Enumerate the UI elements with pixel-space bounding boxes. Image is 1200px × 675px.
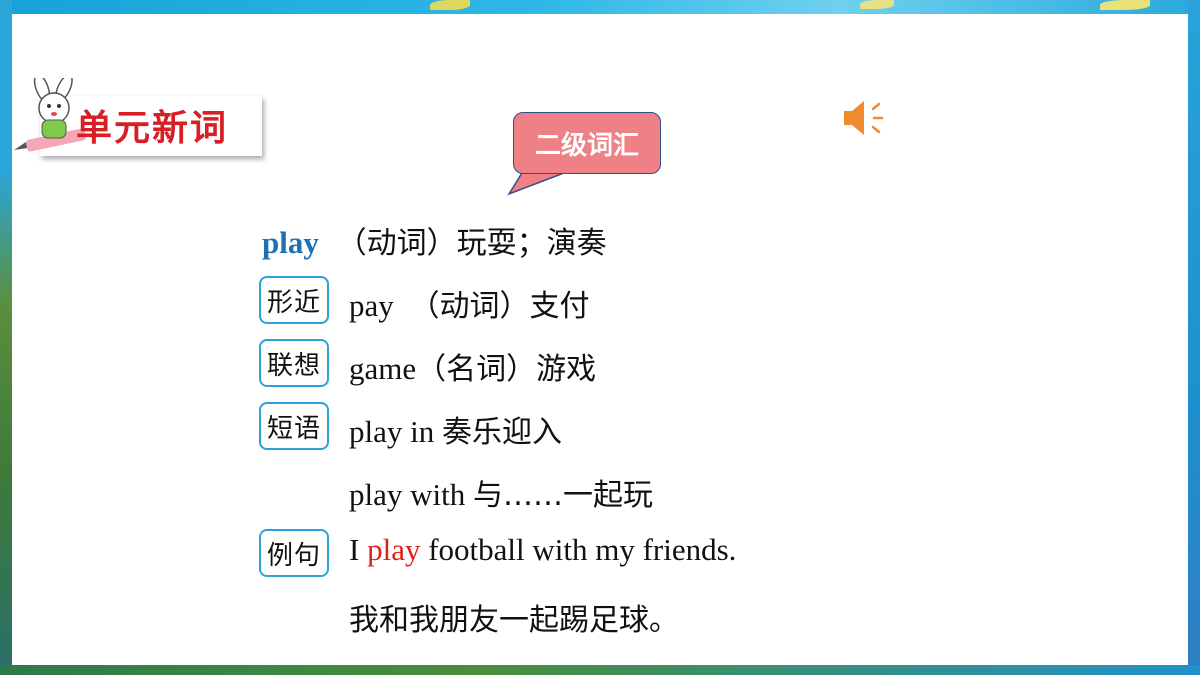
similar-row: pay （动词）支付	[349, 281, 590, 325]
association-meaning: （名词）游戏	[416, 352, 597, 387]
example-before: I	[349, 532, 360, 567]
example-highlight: play	[367, 532, 421, 567]
leaf-decoration	[1100, 0, 1150, 10]
tag-association: 联想	[259, 339, 329, 387]
leaf-decoration	[430, 0, 470, 10]
tag-similar: 形近	[259, 276, 329, 324]
tag-phrases: 短语	[259, 402, 329, 450]
level-bubble: 二级词汇	[513, 112, 661, 174]
phrase-row: play in 奏乐迎入	[349, 407, 562, 451]
phrase-row: play with 与……一起玩	[349, 470, 653, 514]
right-border-decoration	[1188, 0, 1200, 675]
example-after: football with my friends.	[428, 532, 737, 567]
top-border-decoration	[0, 0, 1200, 14]
similar-meaning: （动词）支付	[409, 289, 590, 324]
tag-example: 例句	[259, 529, 329, 577]
bottom-border-decoration	[0, 665, 1200, 675]
level-bubble-text: 二级词汇	[534, 130, 639, 161]
leaf-decoration	[860, 0, 894, 9]
similar-word: pay	[349, 288, 394, 323]
phrase-cn: 与……一起玩	[473, 478, 653, 513]
phrase-en: play in	[349, 414, 435, 449]
headword-row: play （动词）玩耍；演奏	[262, 218, 607, 262]
association-row: game（名词）游戏	[349, 344, 596, 388]
example-sentence: I play football with my friends.	[349, 532, 736, 568]
section-title: 单元新词	[76, 108, 229, 149]
phrase-cn: 奏乐迎入	[442, 415, 562, 450]
phrase-en: play with	[349, 477, 466, 512]
association-word: game	[349, 351, 417, 386]
headword-definition: （动词）玩耍；演奏	[336, 226, 607, 261]
left-border-decoration	[0, 0, 12, 675]
speaker-icon[interactable]	[842, 98, 888, 138]
headword: play	[262, 225, 319, 260]
example-translation: 我和我朋友一起踢足球。	[349, 603, 679, 638]
